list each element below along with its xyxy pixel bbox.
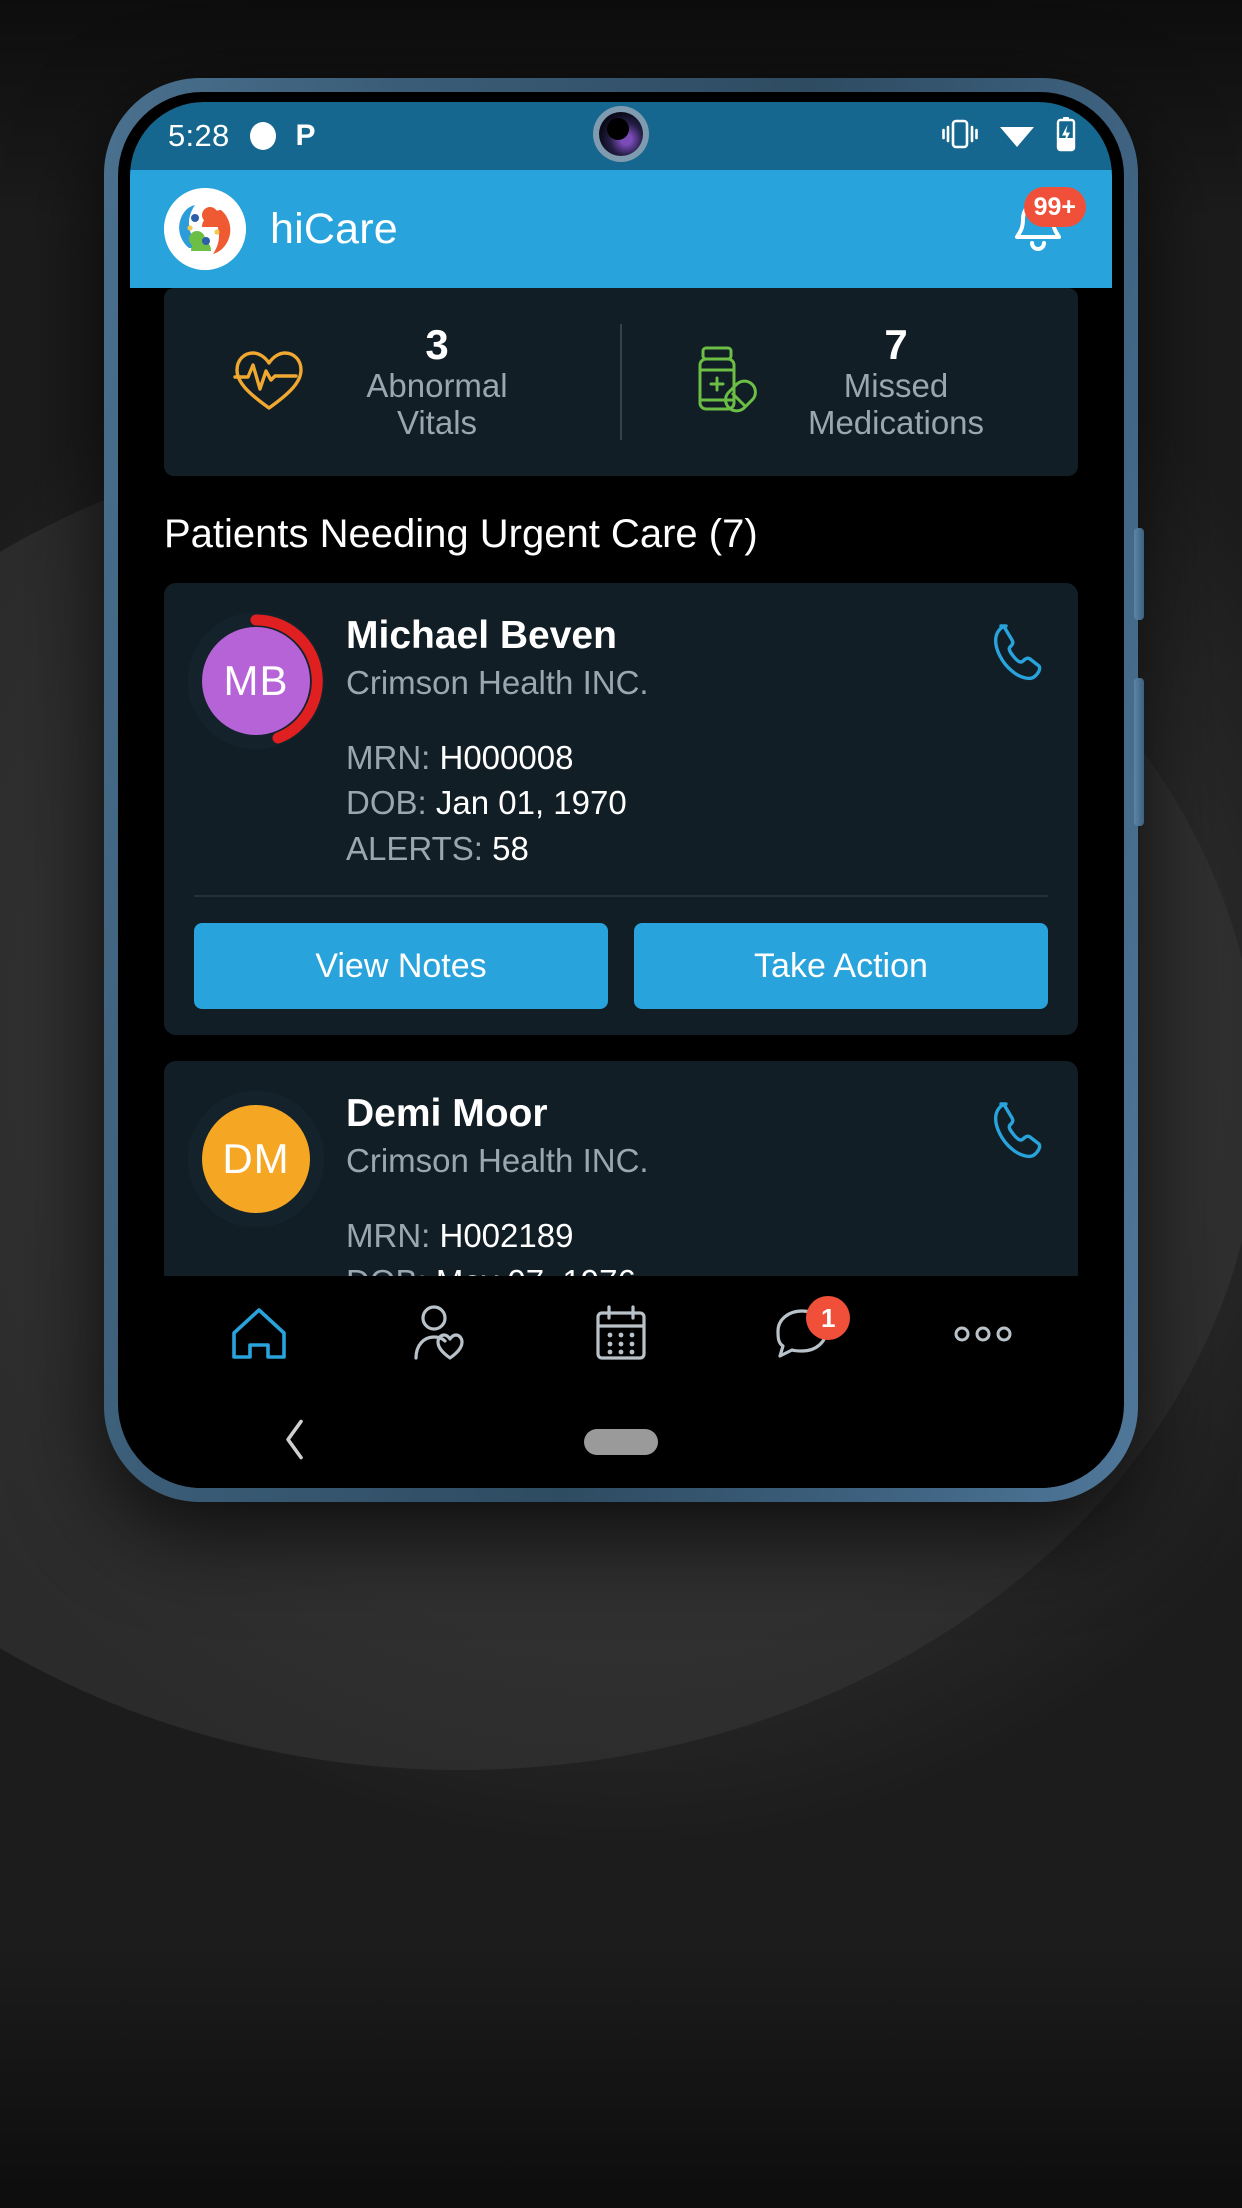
take-action-button[interactable]: Take Action bbox=[634, 923, 1048, 1010]
patient-card[interactable]: DM Demi Moor Crimson Health INC. MRN: H0… bbox=[164, 1061, 1078, 1276]
vibrate-icon bbox=[940, 117, 980, 156]
stat-abnormal-vitals[interactable]: 3 Abnormal Vitals bbox=[164, 288, 620, 476]
patients-scroll-area[interactable]: 3 Abnormal Vitals 7 Missed Medications P… bbox=[130, 288, 1112, 1276]
heart-pulse-icon bbox=[232, 346, 306, 419]
alerts-value: 58 bbox=[492, 829, 529, 867]
patient-name: Demi Moor bbox=[346, 1092, 548, 1136]
view-notes-button[interactable]: View Notes bbox=[194, 923, 608, 1010]
side-button-power[interactable] bbox=[1134, 678, 1144, 826]
alerts-label: ALERTS: bbox=[346, 829, 483, 867]
home-icon bbox=[228, 1305, 290, 1368]
front-camera-punchhole bbox=[593, 106, 649, 162]
stat-missed-medications[interactable]: 7 Missed Medications bbox=[622, 288, 1078, 476]
home-pill-icon[interactable] bbox=[584, 1429, 658, 1455]
phone-call-icon[interactable] bbox=[976, 1089, 1048, 1166]
app-content: 3 Abnormal Vitals 7 Missed Medications P… bbox=[130, 288, 1112, 1488]
nav-badge-messages: 1 bbox=[806, 1296, 851, 1340]
patient-meta: MRN: H000008 DOB: Jan 01, 1970 ALERTS: 5… bbox=[346, 735, 976, 872]
mrn-label: MRN: bbox=[346, 1216, 431, 1254]
patient-organization: Crimson Health INC. bbox=[346, 663, 649, 701]
nav-item-calendar[interactable] bbox=[530, 1276, 711, 1396]
stat-value: 3 bbox=[425, 321, 449, 369]
app-title: hiCare bbox=[270, 204, 398, 253]
patient-meta: MRN: H002189 DOB: May 07, 1976 ALERTS: 3… bbox=[346, 1213, 976, 1276]
phone-bezel: 5:28 P hiCare 99+ 3 Abnormal Vitals 7 Mi… bbox=[118, 92, 1124, 1488]
dob-value: Jan 01, 1970 bbox=[435, 784, 627, 822]
avatar: DM bbox=[187, 1090, 325, 1228]
nav-item-home[interactable] bbox=[168, 1276, 349, 1396]
battery-charging-icon bbox=[1054, 116, 1078, 157]
status-bar-left: 5:28 P bbox=[168, 118, 316, 154]
avatar: MB bbox=[187, 612, 325, 750]
stat-label: Missed Medications bbox=[807, 366, 985, 441]
side-button-volume[interactable] bbox=[1134, 528, 1144, 620]
patient-name: Michael Beven bbox=[346, 614, 617, 657]
more-dots-icon bbox=[952, 1323, 1014, 1350]
patient-organization: Crimson Health INC. bbox=[346, 1142, 649, 1180]
wifi-icon bbox=[998, 119, 1036, 154]
patient-heart-icon bbox=[409, 1304, 471, 1369]
bottom-navigation-bar: 1 bbox=[130, 1276, 1112, 1396]
section-title: Patients Needing Urgent Care (7) bbox=[164, 512, 758, 556]
avatar-initials: DM bbox=[222, 1135, 290, 1183]
stat-label: Abnormal Vitals bbox=[366, 366, 508, 441]
notifications-button[interactable]: 99+ bbox=[998, 187, 1086, 269]
mrn-value: H000008 bbox=[439, 738, 574, 776]
status-bar-right bbox=[940, 116, 1078, 157]
nav-item-patients[interactable] bbox=[349, 1276, 530, 1396]
stat-value: 7 bbox=[884, 321, 908, 369]
notification-count-badge: 99+ bbox=[1023, 187, 1086, 227]
card-divider bbox=[194, 895, 1048, 898]
phone-call-icon[interactable] bbox=[976, 611, 1048, 688]
app-bar: hiCare 99+ bbox=[130, 170, 1112, 288]
status-bar: 5:28 P bbox=[130, 102, 1112, 170]
summary-stats-card: 3 Abnormal Vitals 7 Missed Medications bbox=[164, 288, 1078, 476]
nav-item-more[interactable] bbox=[893, 1276, 1074, 1396]
status-bar-clock: 5:28 bbox=[168, 118, 230, 153]
nav-item-messages[interactable]: 1 bbox=[712, 1276, 893, 1396]
patient-card[interactable]: MB Michael Beven Crimson Health INC. MRN… bbox=[164, 583, 1078, 1036]
dob-label: DOB: bbox=[346, 1263, 427, 1277]
dob-value: May 07, 1976 bbox=[436, 1263, 636, 1277]
mrn-value: H002189 bbox=[439, 1216, 574, 1254]
p-icon: P bbox=[295, 119, 316, 152]
medication-bottle-icon bbox=[689, 344, 765, 421]
android-navigation-bar bbox=[130, 1396, 1112, 1488]
phone-device-frame: 5:28 P hiCare 99+ 3 Abnormal Vitals 7 Mi… bbox=[104, 78, 1144, 1502]
calendar-icon bbox=[592, 1304, 650, 1369]
avatar-initials: MB bbox=[223, 657, 289, 704]
avatar-initials-circle: MB bbox=[202, 627, 310, 735]
circle-icon bbox=[249, 122, 276, 150]
dob-label: DOB: bbox=[346, 784, 427, 822]
back-chevron-icon[interactable] bbox=[282, 1418, 308, 1467]
mrn-label: MRN: bbox=[346, 738, 431, 776]
phone-screen: 5:28 P hiCare 99+ 3 Abnormal Vitals 7 Mi… bbox=[130, 102, 1112, 1488]
avatar-initials-circle: DM bbox=[202, 1105, 310, 1214]
hicare-logo-icon bbox=[164, 188, 246, 270]
